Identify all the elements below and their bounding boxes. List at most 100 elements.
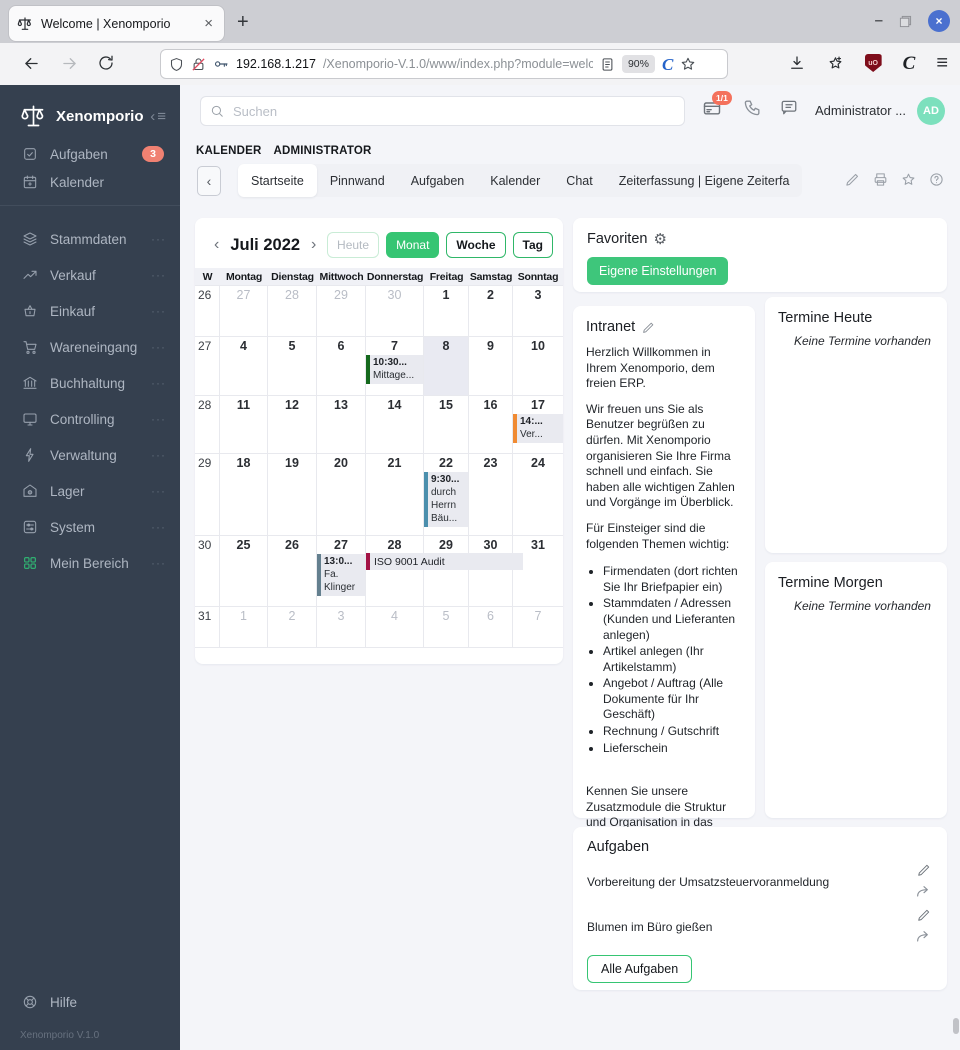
forward-redo-icon[interactable]	[915, 884, 931, 900]
sidebar-item-lager[interactable]: Lager ···	[0, 475, 180, 507]
zoom-level-badge[interactable]: 90%	[621, 55, 655, 73]
day-cell[interactable]: 4	[220, 337, 268, 395]
calendar-event-klinger[interactable]: 13:0... Fa. Klinger	[317, 554, 365, 596]
tab-kalender[interactable]: Kalender	[477, 164, 553, 197]
tab-pinnwand[interactable]: Pinnwand	[317, 164, 398, 197]
heute-button[interactable]: Heute	[327, 232, 380, 258]
day-cell[interactable]: 17 14:... Ver...	[513, 396, 563, 453]
menu-hamburger-icon[interactable]: ≡	[936, 53, 948, 73]
user-menu[interactable]: Administrator ...	[815, 103, 906, 118]
item-menu-dots-icon[interactable]: ···	[151, 556, 166, 570]
global-search[interactable]	[200, 96, 685, 126]
url-bar[interactable]: 192.168.1.217/Xenomporio-V.1.0/www/index…	[160, 49, 728, 79]
item-menu-dots-icon[interactable]: ···	[151, 268, 166, 282]
mail-notification-button[interactable]: 1/1	[702, 91, 732, 118]
tab-back-button[interactable]: ‹	[197, 166, 221, 196]
bookmark-star-icon[interactable]	[680, 56, 696, 72]
item-menu-dots-icon[interactable]: ···	[151, 376, 166, 390]
day-cell[interactable]: 10	[513, 337, 563, 395]
sidebar-item-controlling[interactable]: Controlling ···	[0, 403, 180, 435]
day-cell[interactable]: 3	[317, 607, 366, 647]
user-avatar[interactable]: AD	[917, 97, 945, 125]
day-cell[interactable]: 16	[469, 396, 513, 453]
tab-chat[interactable]: Chat	[553, 164, 605, 197]
edit-pencil-icon[interactable]	[917, 863, 931, 877]
browser-tab[interactable]: Welcome | Xenomporio ×	[8, 5, 225, 42]
sidebar-item-kalender[interactable]: Kalender	[0, 168, 180, 196]
day-cell[interactable]: 2	[268, 607, 317, 647]
sidebar-item-buchhaltung[interactable]: Buchhaltung ···	[0, 367, 180, 399]
day-cell[interactable]: 15	[424, 396, 469, 453]
phone-icon[interactable]	[743, 98, 762, 117]
edit-pencil-icon[interactable]	[642, 321, 655, 334]
day-cell[interactable]: 6	[317, 337, 366, 395]
item-menu-dots-icon[interactable]: ···	[151, 340, 166, 354]
day-cell[interactable]: 28	[268, 286, 317, 336]
item-menu-dots-icon[interactable]: ···	[151, 520, 166, 534]
tracking-protection-shield-icon[interactable]	[169, 57, 184, 72]
sidebar-item-system[interactable]: System ···	[0, 511, 180, 543]
password-key-icon[interactable]	[213, 56, 229, 72]
new-tab-button[interactable]: +	[237, 9, 249, 35]
extensions-star-icon[interactable]	[827, 55, 844, 72]
day-cell[interactable]: 31	[513, 536, 563, 606]
day-cell-today[interactable]: 8	[424, 337, 469, 395]
sidebar-collapse-icon[interactable]: ‹ ≡	[150, 108, 166, 125]
day-cell[interactable]: 21	[366, 454, 424, 535]
day-cell[interactable]: 1	[220, 607, 268, 647]
day-cell[interactable]: 1	[424, 286, 469, 336]
sidebar-item-verkauf[interactable]: Verkauf ···	[0, 259, 180, 291]
sidebar-item-stammdaten[interactable]: Stammdaten ···	[0, 223, 180, 255]
calendar-next-icon[interactable]: ›	[306, 236, 321, 254]
sidebar-item-einkauf[interactable]: Einkauf ···	[0, 295, 180, 327]
clearurls-extension-icon[interactable]: C	[662, 56, 673, 73]
forward-button[interactable]	[60, 54, 79, 73]
day-cell[interactable]: 11	[220, 396, 268, 453]
forward-redo-icon[interactable]	[915, 929, 931, 945]
day-cell[interactable]: 5	[268, 337, 317, 395]
day-cell[interactable]: 27	[220, 286, 268, 336]
item-menu-dots-icon[interactable]: ···	[151, 412, 166, 426]
insecure-lock-icon[interactable]	[191, 57, 206, 72]
eigene-einstellungen-button[interactable]: Eigene Einstellungen	[587, 257, 729, 285]
tab-startseite[interactable]: Startseite	[238, 164, 317, 197]
sidebar-item-aufgaben[interactable]: Aufgaben 3	[0, 140, 180, 168]
day-cell[interactable]: 30	[469, 536, 513, 606]
downloads-icon[interactable]	[788, 54, 806, 72]
day-cell[interactable]: 29	[424, 536, 469, 606]
woche-button[interactable]: Woche	[446, 232, 506, 258]
item-menu-dots-icon[interactable]: ···	[151, 232, 166, 246]
favorite-star-icon[interactable]	[901, 172, 916, 187]
scrollbar-thumb[interactable]	[953, 1018, 959, 1034]
calendar-event-iso-audit[interactable]: ISO 9001 Audit	[366, 553, 523, 570]
edit-pencil-icon[interactable]	[917, 908, 931, 922]
day-cell[interactable]: 18	[220, 454, 268, 535]
day-cell[interactable]: 27 13:0... Fa. Klinger	[317, 536, 366, 606]
day-cell[interactable]: 13	[317, 396, 366, 453]
day-cell[interactable]: 30	[366, 286, 424, 336]
tag-button[interactable]: Tag	[512, 232, 553, 258]
item-menu-dots-icon[interactable]: ···	[151, 448, 166, 462]
day-cell[interactable]: 29	[317, 286, 366, 336]
day-cell[interactable]: 22 9:30... durch Herrn Bäu...	[424, 454, 469, 535]
tab-zeiterfassung[interactable]: Zeiterfassung | Eigene Zeiterfa	[606, 164, 803, 197]
monat-button[interactable]: Monat	[386, 232, 440, 258]
sidebar-item-hilfe[interactable]: Hilfe	[0, 988, 180, 1016]
day-cell[interactable]: 9	[469, 337, 513, 395]
day-cell[interactable]: 14	[366, 396, 424, 453]
window-minimize-button[interactable]: –	[875, 11, 883, 31]
day-cell[interactable]: 23	[469, 454, 513, 535]
day-cell[interactable]: 19	[268, 454, 317, 535]
tab-close-icon[interactable]: ×	[201, 15, 216, 32]
clearurls-toolbar-icon[interactable]: C	[903, 54, 916, 73]
window-close-button[interactable]: ×	[928, 10, 950, 32]
calendar-event-besuch[interactable]: 9:30... durch Herrn Bäu...	[424, 472, 468, 527]
day-cell[interactable]: 5	[424, 607, 469, 647]
sidebar-item-mein-bereich[interactable]: Mein Bereich ···	[0, 547, 180, 579]
day-cell[interactable]: 7	[513, 607, 563, 647]
sidebar-brand[interactable]: Xenomporio ‹ ≡	[0, 95, 180, 137]
day-cell[interactable]: 7 10:30... Mittage...	[366, 337, 424, 395]
help-question-icon[interactable]	[929, 172, 944, 187]
alle-aufgaben-button[interactable]: Alle Aufgaben	[587, 955, 693, 983]
chat-icon[interactable]	[780, 98, 798, 116]
